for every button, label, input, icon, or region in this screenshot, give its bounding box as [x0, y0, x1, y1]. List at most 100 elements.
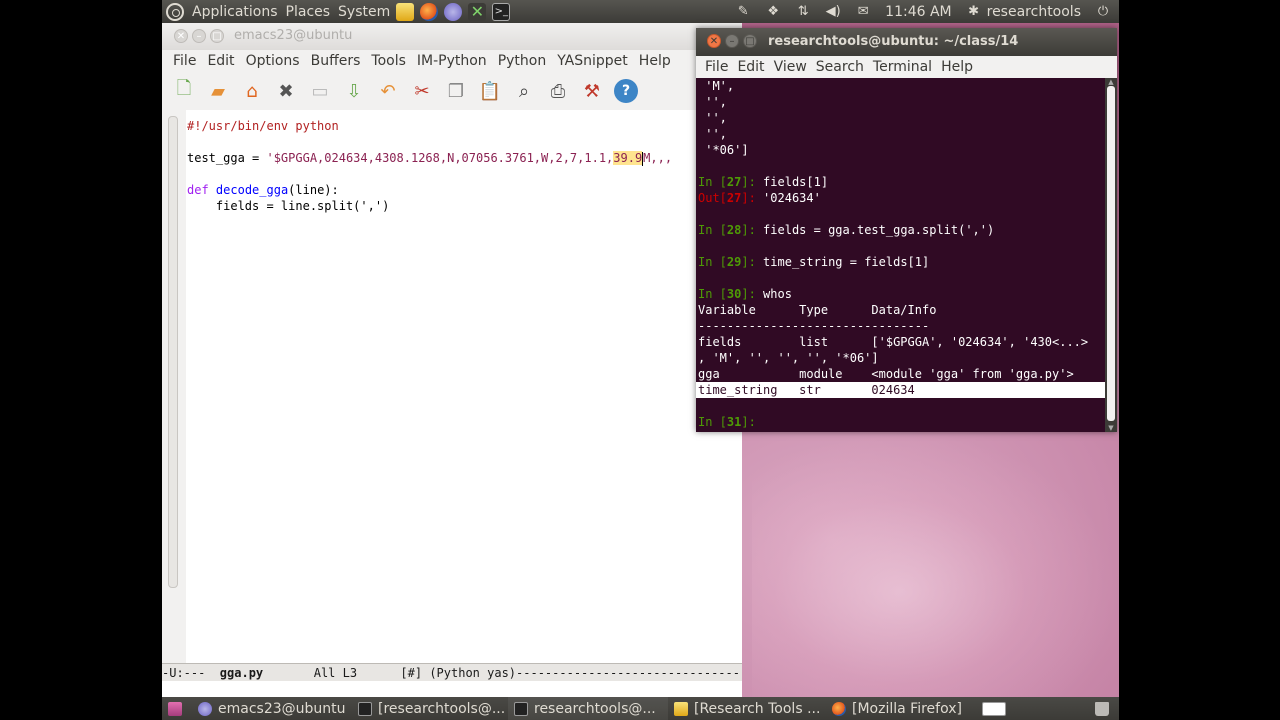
code-def-keyword: def: [187, 183, 209, 197]
user-menu[interactable]: ✱ researchtools: [966, 4, 1081, 20]
help-icon[interactable]: ?: [614, 79, 638, 103]
terminal-scroll-thumb[interactable]: [1107, 86, 1115, 421]
ubuntu-logo-icon[interactable]: [166, 2, 184, 21]
emacs-menu-file[interactable]: File: [173, 53, 196, 69]
firefox-launcher-icon[interactable]: [420, 2, 439, 21]
prompt-close: ]:: [741, 191, 764, 205]
terminal-output[interactable]: 'M', '', '', '', '*06'] In [27]: fields[1…: [696, 78, 1105, 432]
workspace-switcher-icon: [982, 701, 1006, 716]
terminal-line: '*06']: [698, 143, 749, 157]
terminal-line: Out[27]: '024634': [696, 190, 1105, 206]
editor-scrollbar[interactable]: [166, 110, 178, 663]
emacs-menu-tools[interactable]: Tools: [371, 53, 406, 69]
emacs-menu-im-python[interactable]: IM-Python: [417, 53, 487, 69]
emacs-menu-help[interactable]: Help: [639, 53, 671, 69]
prompt-close: ]:: [741, 175, 764, 189]
undo-icon[interactable]: ↶: [376, 79, 400, 103]
search-icon[interactable]: ⌕: [512, 79, 536, 103]
menu-applications[interactable]: Applications: [192, 4, 278, 20]
task-researchtools-2[interactable]: researchtools@...: [508, 697, 668, 720]
trash-button[interactable]: [1089, 697, 1119, 720]
minibuffer[interactable]: [162, 681, 742, 697]
network-icon[interactable]: ⇅: [795, 4, 811, 19]
notes-indicator-icon[interactable]: ✎: [735, 4, 751, 19]
menu-system[interactable]: System: [338, 4, 390, 20]
terminal-window: ✕ – □ researchtools@ubuntu: ~/class/14 F…: [696, 28, 1117, 432]
code-string-b: M,,,: [643, 151, 673, 165]
emacs-menu-buffers[interactable]: Buffers: [311, 53, 361, 69]
open-folder-icon[interactable]: ▰: [206, 79, 230, 103]
terminal-line: '',: [698, 127, 727, 141]
command-text: fields[1]: [763, 175, 829, 189]
task-emacs[interactable]: emacs23@ubuntu: [192, 697, 352, 720]
emacs-menu-yasnippet[interactable]: YASnippet: [557, 53, 628, 69]
terminal-maximize-icon[interactable]: □: [743, 34, 757, 48]
dropbox-icon[interactable]: ❖: [765, 4, 781, 19]
preferences-icon[interactable]: ⚒: [580, 79, 604, 103]
print-icon[interactable]: ⎙: [546, 79, 570, 103]
emacs-minimize-icon[interactable]: –: [192, 29, 206, 43]
workspace-switcher[interactable]: [976, 697, 1012, 720]
show-desktop-button[interactable]: [162, 697, 192, 720]
code-buffer[interactable]: #!/usr/bin/env python test_gga = '$GPGGA,…: [187, 110, 672, 214]
input-prompt: In [: [698, 223, 727, 237]
prompt-close: ]:: [741, 223, 764, 237]
paste-icon[interactable]: 📋: [478, 79, 502, 103]
volume-icon[interactable]: ◀): [825, 4, 841, 19]
task-researchtools-1[interactable]: [researchtools@...: [352, 697, 508, 720]
mail-icon[interactable]: ✉: [855, 4, 871, 19]
terminal-minimize-icon[interactable]: –: [725, 34, 739, 48]
power-icon[interactable]: ⏻: [1095, 4, 1111, 19]
command-text: time_string = fields[1]: [763, 255, 930, 269]
tools-launcher-icon[interactable]: ✕: [468, 2, 487, 21]
terminal-line: '',: [698, 95, 727, 109]
emacs-menu-options[interactable]: Options: [246, 53, 300, 69]
terminal-close-icon[interactable]: ✕: [707, 34, 721, 48]
save-as-icon[interactable]: ⇩: [342, 79, 366, 103]
emacs-close-icon[interactable]: ✕: [174, 29, 188, 43]
emacs-maximize-icon[interactable]: □: [210, 29, 224, 43]
editor-area[interactable]: #!/usr/bin/env python test_gga = '$GPGGA,…: [162, 110, 742, 663]
prompt-number: 31: [726, 415, 742, 429]
dired-icon[interactable]: ⌂: [240, 79, 264, 103]
terminal-menu-edit[interactable]: Edit: [737, 59, 764, 75]
terminal-menu-terminal[interactable]: Terminal: [873, 59, 932, 75]
code-string-highlight: 39.9: [613, 151, 643, 165]
task-label: [Research Tools ...: [694, 700, 821, 717]
task-research-tools[interactable]: [Research Tools ...: [668, 697, 826, 720]
terminal-menu-file[interactable]: File: [705, 59, 728, 75]
task-firefox[interactable]: [Mozilla Firefox]: [826, 697, 976, 720]
cut-icon[interactable]: ✂: [410, 79, 434, 103]
emacs-menu-edit[interactable]: Edit: [207, 53, 234, 69]
scroll-down-icon[interactable]: ▼: [1105, 424, 1117, 432]
terminal-menu-search[interactable]: Search: [816, 59, 864, 75]
prompt-number: 30: [726, 287, 742, 301]
terminal-menu-view[interactable]: View: [774, 59, 807, 75]
save-icon[interactable]: ▭: [308, 79, 332, 103]
eclipse-launcher-icon[interactable]: [444, 2, 463, 21]
emacs-menu-python[interactable]: Python: [498, 53, 547, 69]
menu-places[interactable]: Places: [286, 4, 331, 20]
new-file-icon[interactable]: 🗋: [172, 78, 196, 103]
terminal-titlebar[interactable]: ✕ – □ researchtools@ubuntu: ~/class/14: [696, 28, 1117, 56]
clock[interactable]: 11:46 AM: [885, 4, 951, 20]
terminal-menu-help[interactable]: Help: [941, 59, 973, 75]
prompt-number: 28: [726, 223, 742, 237]
terminal-scrollbar[interactable]: ▲ ▼: [1105, 78, 1117, 432]
terminal-task-icon: [514, 701, 528, 716]
code-function-name: decode_gga: [215, 183, 289, 197]
copy-icon[interactable]: ❐: [444, 79, 468, 103]
terminal-line: In [31]:: [696, 414, 1105, 430]
terminal-line: In [30]: whos: [696, 286, 1105, 302]
scroll-up-icon[interactable]: ▲: [1105, 78, 1117, 86]
terminal-menubar: File Edit View Search Terminal Help: [696, 56, 1117, 78]
kill-buffer-icon[interactable]: ✖: [274, 79, 298, 103]
modeline-buffer-name[interactable]: gga.py: [220, 666, 263, 680]
output-prompt: Out[: [698, 191, 727, 205]
emacs-titlebar[interactable]: ✕ – □ emacs23@ubuntu: [162, 23, 742, 50]
terminal-line: Variable Type Data/Info: [698, 303, 937, 317]
notes-launcher-icon[interactable]: [396, 2, 415, 21]
terminal-launcher-icon[interactable]: >_: [492, 2, 511, 21]
